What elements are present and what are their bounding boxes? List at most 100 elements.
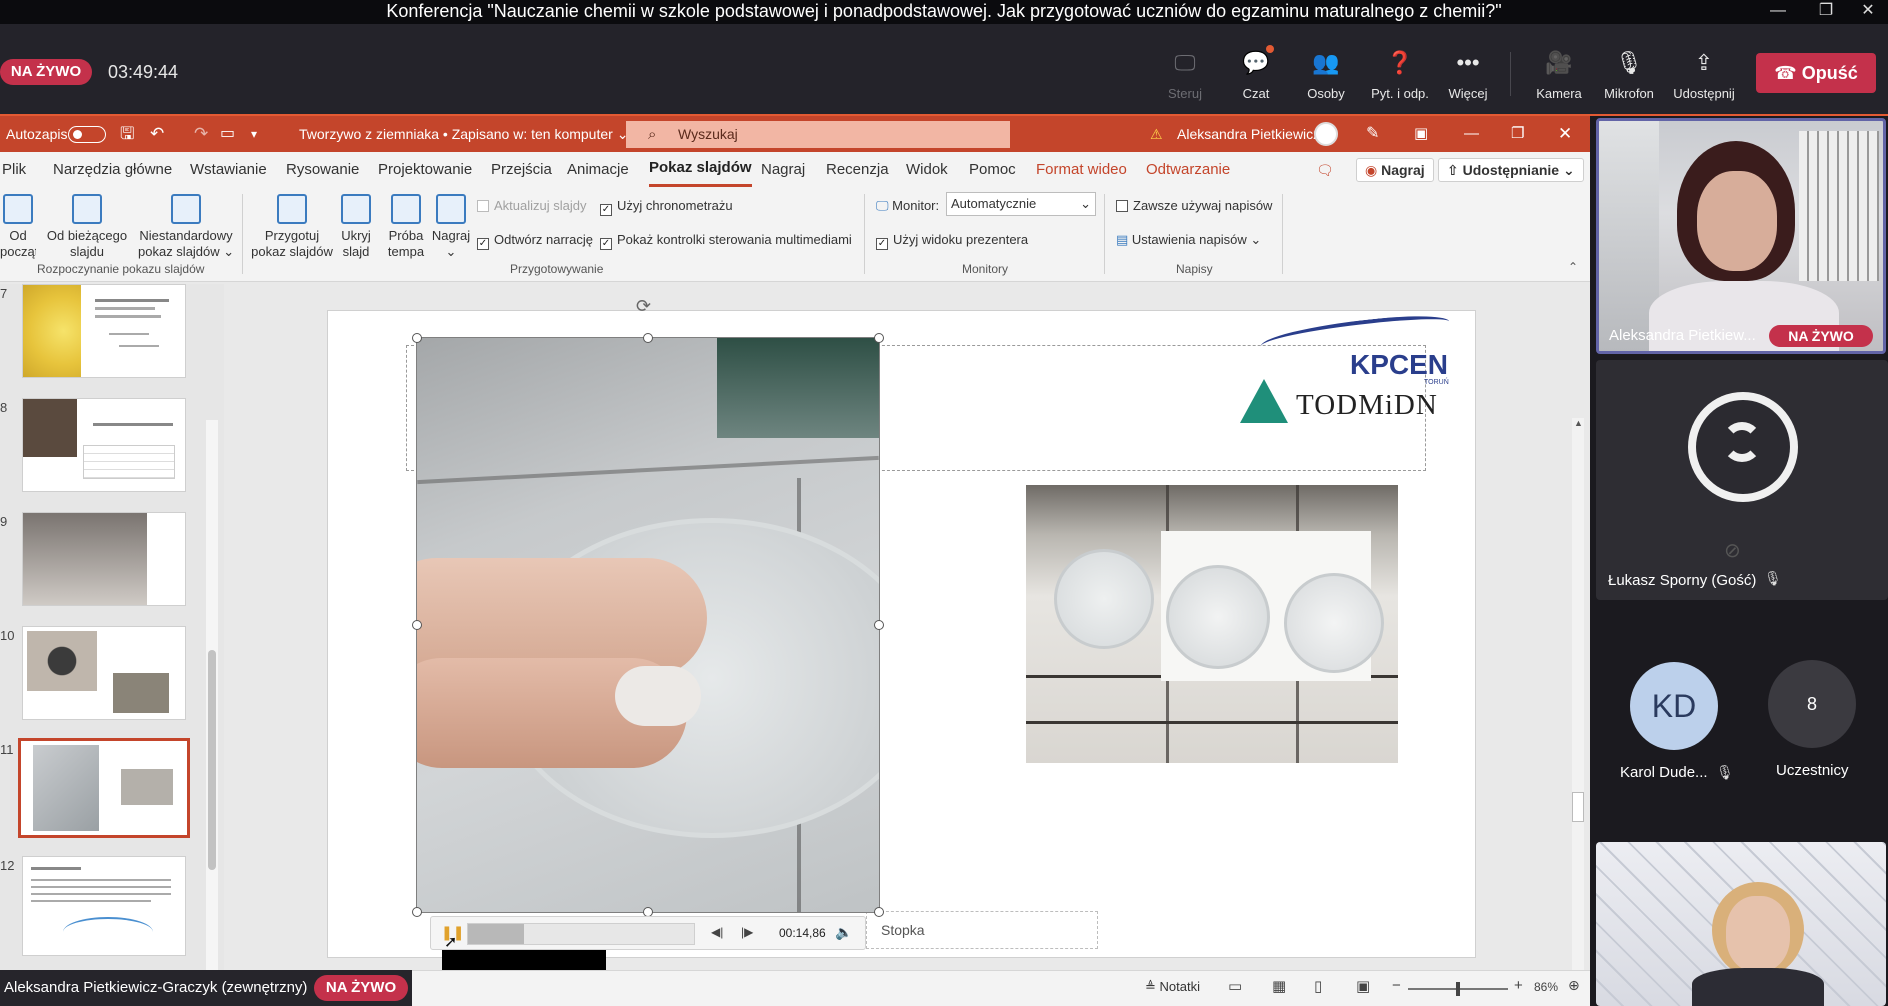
rotate-handle-icon[interactable]: ⟳ — [636, 296, 651, 317]
scrollbar-thumb[interactable] — [1572, 792, 1584, 822]
tab-view[interactable]: Widok — [906, 152, 948, 188]
resize-handle[interactable] — [874, 907, 884, 917]
ppt-minimize-icon[interactable]: — — [1464, 116, 1479, 152]
rehearse-timings-button[interactable]: Próba tempa — [386, 194, 426, 260]
leave-button[interactable]: ☎ Opuść — [1756, 53, 1876, 93]
control-button[interactable]: 🖵 Steruj — [1150, 50, 1220, 101]
people-button[interactable]: 👥 Osoby — [1291, 50, 1361, 101]
participant-tile[interactable] — [1596, 842, 1886, 1006]
custom-show-button[interactable]: Niestandardowy pokaz slajdów ⌄ — [138, 194, 234, 260]
zoom-out-icon[interactable]: − — [1392, 977, 1401, 994]
video-object[interactable] — [416, 337, 880, 913]
slide-thumbnail-selected[interactable] — [18, 738, 190, 838]
reading-view-icon[interactable]: ▯ — [1314, 977, 1322, 995]
normal-view-icon[interactable]: ▭ — [1228, 977, 1242, 995]
video-progress-bar[interactable] — [467, 923, 695, 945]
share-button[interactable]: ⇪ Udostępnij — [1666, 50, 1742, 101]
fit-slide-icon[interactable]: ⊕ — [1568, 977, 1580, 994]
play-narration-checkbox[interactable]: ✓ Odtwórz narrację — [477, 232, 593, 250]
ribbon-display-icon[interactable]: ▣ — [1414, 116, 1428, 152]
file-title[interactable]: Tworzywo z ziemniaka • Zapisano w: ten k… — [299, 116, 628, 152]
zoom-level[interactable]: 86% — [1534, 980, 1558, 994]
participants-count[interactable]: 8 — [1768, 660, 1856, 748]
tab-transitions[interactable]: Przejścia — [491, 152, 552, 188]
tab-playback[interactable]: Odtwarzanie — [1146, 152, 1230, 188]
caption-settings-button[interactable]: ▤ Ustawienia napisów ⌄ — [1116, 232, 1261, 248]
zoom-in-icon[interactable]: + — [1514, 977, 1523, 994]
scroll-up-icon[interactable]: ▲ — [1574, 418, 1583, 428]
resize-handle[interactable] — [412, 620, 422, 630]
customize-toolbar-icon[interactable]: ▾ — [251, 116, 257, 152]
minimize-icon[interactable]: — — [1758, 0, 1798, 24]
hide-slide-button[interactable]: Ukryj slajd — [336, 194, 376, 260]
save-icon[interactable]: 🖫 — [120, 116, 134, 152]
resize-handle[interactable] — [412, 333, 422, 343]
collapse-ribbon-icon[interactable]: ⌃ — [1568, 260, 1578, 274]
from-current-button[interactable]: Od bieżącego slajdu — [46, 194, 128, 260]
resize-handle[interactable] — [874, 333, 884, 343]
slideshow-view-icon[interactable]: ▣ — [1356, 977, 1370, 995]
participant-tile-active[interactable]: Aleksandra Pietkiew... NA ŻYWO — [1596, 118, 1886, 354]
tab-draw[interactable]: Rysowanie — [286, 152, 359, 188]
tab-video-format[interactable]: Format wideo — [1036, 152, 1127, 188]
step-forward-icon[interactable]: |▶ — [741, 925, 753, 939]
record-button[interactable]: ◉ Nagraj — [1356, 158, 1434, 182]
use-timings-checkbox[interactable]: ✓ Użyj chronometrażu — [600, 198, 733, 216]
mic-button[interactable]: 🎙 Mikrofon — [1594, 50, 1664, 101]
more-button[interactable]: ••• Więcej — [1433, 50, 1503, 101]
start-show-icon[interactable]: ▭ — [220, 116, 235, 152]
chat-button[interactable]: 💬 Czat — [1221, 50, 1291, 101]
ppt-restore-icon[interactable]: ❐ — [1511, 116, 1524, 152]
undo-icon[interactable]: ↶ — [150, 116, 164, 152]
redo-icon[interactable]: ↷ — [194, 116, 208, 152]
notes-button[interactable]: ≜ Notatki — [1145, 979, 1200, 995]
camera-button[interactable]: 🎥 Kamera — [1524, 50, 1594, 101]
resize-handle[interactable] — [874, 620, 884, 630]
slide-scrollbar[interactable]: ▲ — [1572, 418, 1584, 1006]
tab-review[interactable]: Recenzja — [826, 152, 889, 188]
tab-slide-show[interactable]: Pokaz slajdów — [649, 152, 752, 187]
step-back-icon[interactable]: ◀| — [711, 925, 723, 939]
from-start-button[interactable]: Od początku — [0, 194, 36, 260]
footer-placeholder[interactable]: Stopka — [866, 911, 1098, 949]
setup-show-button[interactable]: Przygotuj pokaz slajdów — [250, 194, 334, 260]
slide-thumbnail[interactable] — [22, 856, 186, 956]
resize-handle[interactable] — [412, 907, 422, 917]
slide-sorter-icon[interactable]: ▦ — [1272, 977, 1286, 995]
record-slideshow-button[interactable]: Nagraj ⌄ — [430, 194, 472, 260]
ppt-close-icon[interactable]: ✕ — [1558, 116, 1572, 152]
monitor-select[interactable]: Automatycznie ⌄ — [946, 192, 1096, 216]
tab-record[interactable]: Nagraj — [761, 152, 805, 188]
media-controls-checkbox[interactable]: ✓ Pokaż kontrolki sterowania multimediami — [600, 232, 852, 250]
scrollbar-thumb[interactable] — [208, 650, 216, 870]
comments-icon[interactable]: 🗨 — [1316, 162, 1334, 179]
share-ppt-button[interactable]: ⇧ Udostępnianie ⌄ — [1438, 158, 1584, 182]
tab-home[interactable]: Narzędzia główne — [53, 152, 172, 188]
petri-dishes-photo[interactable] — [1026, 485, 1398, 763]
warning-icon[interactable]: ⚠ — [1150, 116, 1163, 152]
participant-tile[interactable]: ⊘ Łukasz Sporny (Gość) 🎙 — [1596, 360, 1888, 600]
slide-thumbnail[interactable] — [22, 512, 186, 606]
search-input[interactable]: ⌕ Wyszukaj — [626, 121, 1010, 148]
always-captions-checkbox[interactable]: Zawsze używaj napisów — [1116, 198, 1272, 214]
pen-icon[interactable]: ✎ — [1366, 116, 1379, 152]
autosave-toggle[interactable] — [68, 126, 106, 143]
slide-thumbnail[interactable] — [22, 626, 186, 720]
tab-animations[interactable]: Animacje — [567, 152, 629, 188]
slide-thumbnail[interactable] — [22, 398, 186, 492]
zoom-slider-thumb[interactable] — [1456, 982, 1460, 996]
user-avatar[interactable] — [1314, 122, 1338, 146]
slide-thumbnail[interactable] — [22, 284, 186, 378]
zoom-slider[interactable] — [1408, 982, 1508, 996]
qa-button[interactable]: ❓ Pyt. i odp. — [1361, 50, 1439, 101]
volume-icon[interactable]: 🔈 — [835, 924, 852, 941]
tab-help[interactable]: Pomoc — [969, 152, 1016, 188]
tab-design[interactable]: Projektowanie — [378, 152, 472, 188]
tab-file[interactable]: Plik — [2, 152, 26, 188]
thumbnails-scrollbar[interactable] — [206, 420, 218, 980]
close-icon[interactable]: ✕ — [1848, 0, 1888, 24]
presenter-view-checkbox[interactable]: ✓ Użyj widoku prezentera — [876, 232, 1028, 250]
avatar[interactable]: KD — [1630, 662, 1718, 750]
tab-insert[interactable]: Wstawianie — [190, 152, 267, 188]
update-slides-checkbox[interactable]: Aktualizuj slajdy — [477, 198, 587, 214]
